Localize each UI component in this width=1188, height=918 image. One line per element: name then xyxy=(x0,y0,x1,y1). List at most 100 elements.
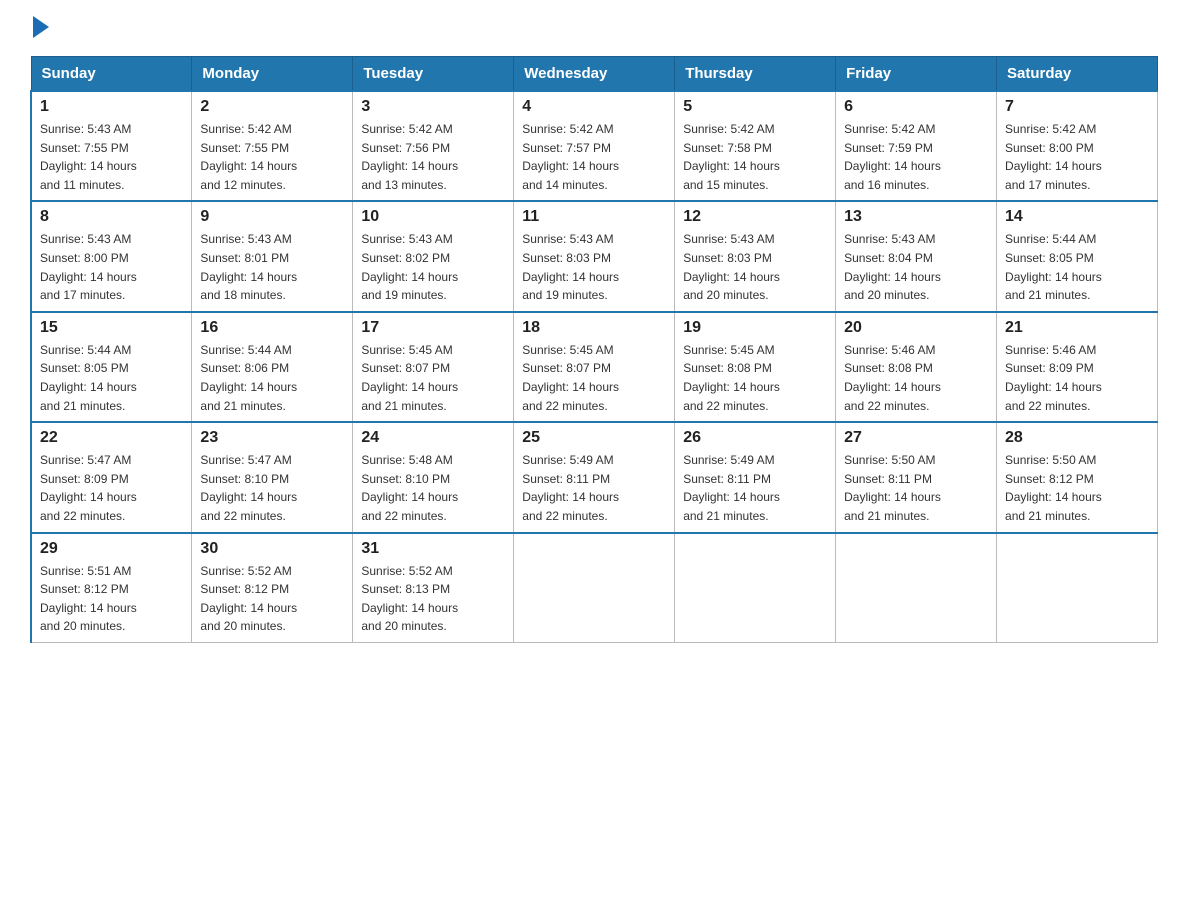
calendar-cell xyxy=(514,533,675,643)
calendar-cell: 12 Sunrise: 5:43 AMSunset: 8:03 PMDaylig… xyxy=(675,201,836,311)
day-info: Sunrise: 5:42 AMSunset: 7:58 PMDaylight:… xyxy=(683,122,780,192)
day-info: Sunrise: 5:42 AMSunset: 8:00 PMDaylight:… xyxy=(1005,122,1102,192)
day-info: Sunrise: 5:45 AMSunset: 8:07 PMDaylight:… xyxy=(522,343,619,413)
day-number: 30 xyxy=(200,540,344,558)
day-info: Sunrise: 5:42 AMSunset: 7:56 PMDaylight:… xyxy=(361,122,458,192)
day-number: 20 xyxy=(844,319,988,337)
calendar-cell: 9 Sunrise: 5:43 AMSunset: 8:01 PMDayligh… xyxy=(192,201,353,311)
calendar-week-row: 1 Sunrise: 5:43 AMSunset: 7:55 PMDayligh… xyxy=(31,91,1158,201)
day-info: Sunrise: 5:52 AMSunset: 8:13 PMDaylight:… xyxy=(361,564,458,634)
day-info: Sunrise: 5:42 AMSunset: 7:57 PMDaylight:… xyxy=(522,122,619,192)
day-info: Sunrise: 5:50 AMSunset: 8:11 PMDaylight:… xyxy=(844,453,941,523)
calendar-cell: 15 Sunrise: 5:44 AMSunset: 8:05 PMDaylig… xyxy=(31,312,192,422)
day-info: Sunrise: 5:45 AMSunset: 8:07 PMDaylight:… xyxy=(361,343,458,413)
calendar-cell: 18 Sunrise: 5:45 AMSunset: 8:07 PMDaylig… xyxy=(514,312,675,422)
day-info: Sunrise: 5:43 AMSunset: 8:02 PMDaylight:… xyxy=(361,232,458,302)
calendar-cell: 5 Sunrise: 5:42 AMSunset: 7:58 PMDayligh… xyxy=(675,91,836,201)
day-info: Sunrise: 5:47 AMSunset: 8:09 PMDaylight:… xyxy=(40,453,137,523)
calendar-cell: 1 Sunrise: 5:43 AMSunset: 7:55 PMDayligh… xyxy=(31,91,192,201)
day-info: Sunrise: 5:42 AMSunset: 7:55 PMDaylight:… xyxy=(200,122,297,192)
day-number: 3 xyxy=(361,98,505,116)
calendar-week-row: 15 Sunrise: 5:44 AMSunset: 8:05 PMDaylig… xyxy=(31,312,1158,422)
logo-arrow-icon xyxy=(33,16,49,38)
day-number: 12 xyxy=(683,208,827,226)
day-number: 9 xyxy=(200,208,344,226)
day-info: Sunrise: 5:45 AMSunset: 8:08 PMDaylight:… xyxy=(683,343,780,413)
calendar-cell: 3 Sunrise: 5:42 AMSunset: 7:56 PMDayligh… xyxy=(353,91,514,201)
calendar-cell: 4 Sunrise: 5:42 AMSunset: 7:57 PMDayligh… xyxy=(514,91,675,201)
calendar-cell xyxy=(997,533,1158,643)
calendar-cell: 13 Sunrise: 5:43 AMSunset: 8:04 PMDaylig… xyxy=(836,201,997,311)
day-info: Sunrise: 5:48 AMSunset: 8:10 PMDaylight:… xyxy=(361,453,458,523)
day-number: 6 xyxy=(844,98,988,116)
day-info: Sunrise: 5:44 AMSunset: 8:05 PMDaylight:… xyxy=(1005,232,1102,302)
day-number: 19 xyxy=(683,319,827,337)
day-number: 27 xyxy=(844,429,988,447)
day-number: 13 xyxy=(844,208,988,226)
weekday-header-friday: Friday xyxy=(836,57,997,92)
day-number: 25 xyxy=(522,429,666,447)
day-number: 29 xyxy=(40,540,183,558)
day-number: 10 xyxy=(361,208,505,226)
calendar-cell: 11 Sunrise: 5:43 AMSunset: 8:03 PMDaylig… xyxy=(514,201,675,311)
day-info: Sunrise: 5:43 AMSunset: 8:03 PMDaylight:… xyxy=(683,232,780,302)
calendar-cell: 14 Sunrise: 5:44 AMSunset: 8:05 PMDaylig… xyxy=(997,201,1158,311)
weekday-header-wednesday: Wednesday xyxy=(514,57,675,92)
day-number: 14 xyxy=(1005,208,1149,226)
day-number: 2 xyxy=(200,98,344,116)
day-number: 4 xyxy=(522,98,666,116)
day-info: Sunrise: 5:49 AMSunset: 8:11 PMDaylight:… xyxy=(683,453,780,523)
day-info: Sunrise: 5:52 AMSunset: 8:12 PMDaylight:… xyxy=(200,564,297,634)
weekday-header-saturday: Saturday xyxy=(997,57,1158,92)
calendar-cell: 28 Sunrise: 5:50 AMSunset: 8:12 PMDaylig… xyxy=(997,422,1158,532)
weekday-header-row: SundayMondayTuesdayWednesdayThursdayFrid… xyxy=(31,57,1158,92)
day-info: Sunrise: 5:44 AMSunset: 8:05 PMDaylight:… xyxy=(40,343,137,413)
calendar-week-row: 29 Sunrise: 5:51 AMSunset: 8:12 PMDaylig… xyxy=(31,533,1158,643)
day-number: 7 xyxy=(1005,98,1149,116)
weekday-header-tuesday: Tuesday xyxy=(353,57,514,92)
day-number: 8 xyxy=(40,208,183,226)
day-number: 11 xyxy=(522,208,666,226)
calendar-cell: 26 Sunrise: 5:49 AMSunset: 8:11 PMDaylig… xyxy=(675,422,836,532)
calendar-week-row: 8 Sunrise: 5:43 AMSunset: 8:00 PMDayligh… xyxy=(31,201,1158,311)
day-number: 26 xyxy=(683,429,827,447)
day-info: Sunrise: 5:44 AMSunset: 8:06 PMDaylight:… xyxy=(200,343,297,413)
day-info: Sunrise: 5:43 AMSunset: 8:01 PMDaylight:… xyxy=(200,232,297,302)
day-info: Sunrise: 5:46 AMSunset: 8:09 PMDaylight:… xyxy=(1005,343,1102,413)
calendar-cell: 25 Sunrise: 5:49 AMSunset: 8:11 PMDaylig… xyxy=(514,422,675,532)
calendar-table: SundayMondayTuesdayWednesdayThursdayFrid… xyxy=(30,56,1158,643)
day-number: 16 xyxy=(200,319,344,337)
day-number: 28 xyxy=(1005,429,1149,447)
day-number: 23 xyxy=(200,429,344,447)
day-info: Sunrise: 5:50 AMSunset: 8:12 PMDaylight:… xyxy=(1005,453,1102,523)
day-number: 24 xyxy=(361,429,505,447)
day-info: Sunrise: 5:46 AMSunset: 8:08 PMDaylight:… xyxy=(844,343,941,413)
day-number: 1 xyxy=(40,98,183,116)
day-number: 18 xyxy=(522,319,666,337)
calendar-cell: 23 Sunrise: 5:47 AMSunset: 8:10 PMDaylig… xyxy=(192,422,353,532)
calendar-cell: 30 Sunrise: 5:52 AMSunset: 8:12 PMDaylig… xyxy=(192,533,353,643)
calendar-cell: 16 Sunrise: 5:44 AMSunset: 8:06 PMDaylig… xyxy=(192,312,353,422)
calendar-header: SundayMondayTuesdayWednesdayThursdayFrid… xyxy=(31,57,1158,92)
calendar-cell: 31 Sunrise: 5:52 AMSunset: 8:13 PMDaylig… xyxy=(353,533,514,643)
day-number: 5 xyxy=(683,98,827,116)
calendar-cell: 2 Sunrise: 5:42 AMSunset: 7:55 PMDayligh… xyxy=(192,91,353,201)
calendar-cell xyxy=(836,533,997,643)
day-info: Sunrise: 5:43 AMSunset: 7:55 PMDaylight:… xyxy=(40,122,137,192)
calendar-body: 1 Sunrise: 5:43 AMSunset: 7:55 PMDayligh… xyxy=(31,91,1158,643)
day-info: Sunrise: 5:51 AMSunset: 8:12 PMDaylight:… xyxy=(40,564,137,634)
day-number: 22 xyxy=(40,429,183,447)
calendar-cell: 19 Sunrise: 5:45 AMSunset: 8:08 PMDaylig… xyxy=(675,312,836,422)
weekday-header-thursday: Thursday xyxy=(675,57,836,92)
page-header xyxy=(30,20,1158,38)
calendar-week-row: 22 Sunrise: 5:47 AMSunset: 8:09 PMDaylig… xyxy=(31,422,1158,532)
weekday-header-sunday: Sunday xyxy=(31,57,192,92)
day-info: Sunrise: 5:43 AMSunset: 8:03 PMDaylight:… xyxy=(522,232,619,302)
day-info: Sunrise: 5:43 AMSunset: 8:04 PMDaylight:… xyxy=(844,232,941,302)
calendar-cell xyxy=(675,533,836,643)
day-info: Sunrise: 5:47 AMSunset: 8:10 PMDaylight:… xyxy=(200,453,297,523)
day-info: Sunrise: 5:42 AMSunset: 7:59 PMDaylight:… xyxy=(844,122,941,192)
calendar-cell: 7 Sunrise: 5:42 AMSunset: 8:00 PMDayligh… xyxy=(997,91,1158,201)
day-number: 17 xyxy=(361,319,505,337)
weekday-header-monday: Monday xyxy=(192,57,353,92)
